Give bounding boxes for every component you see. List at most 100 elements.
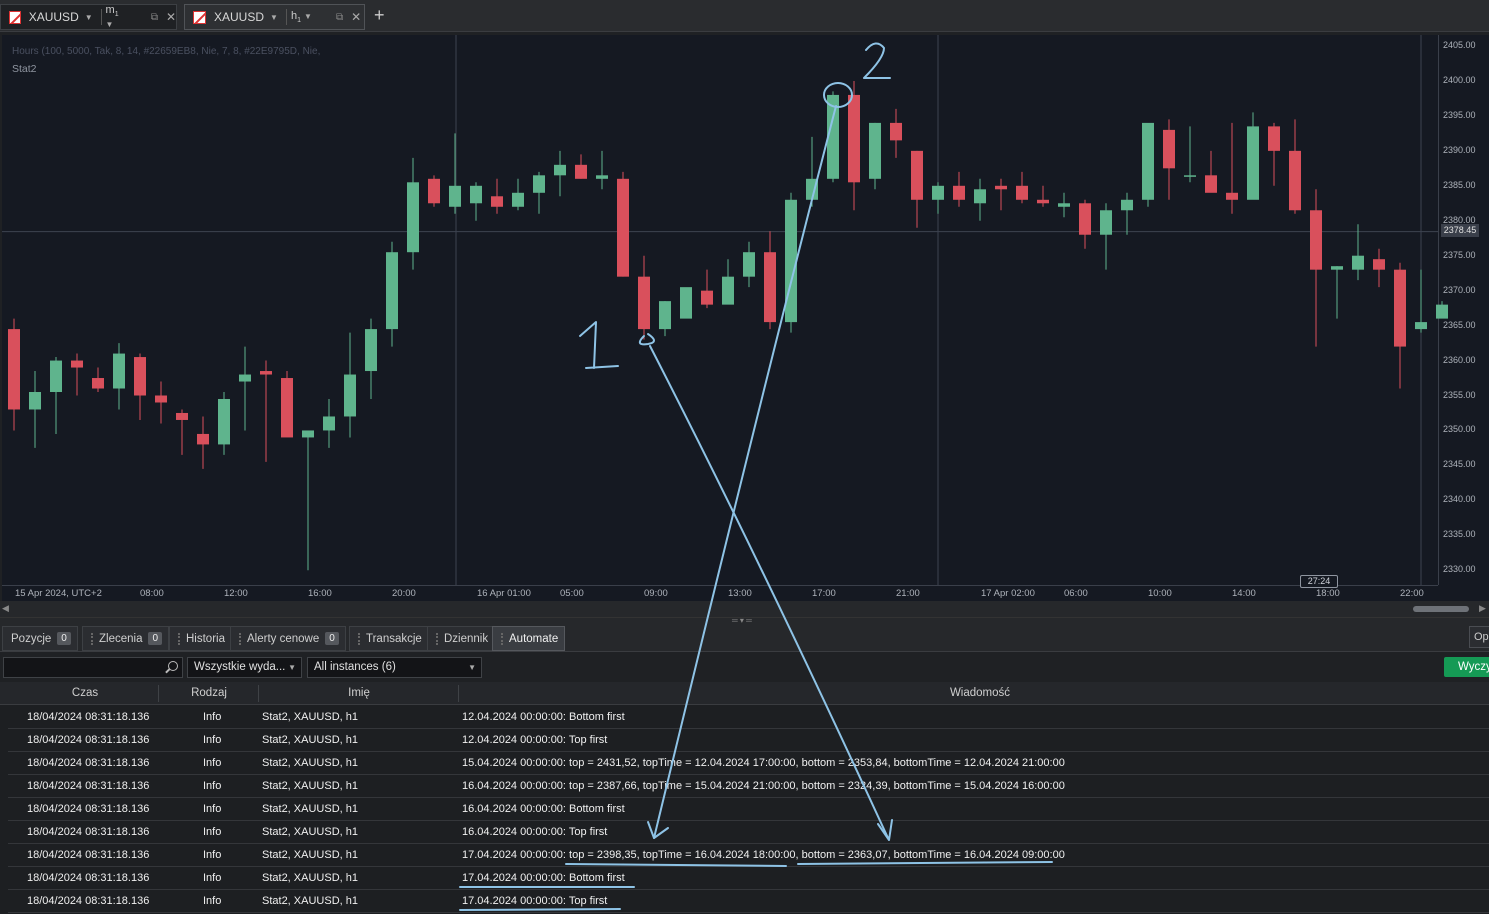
scrollbar-thumb[interactable] [1413,606,1469,612]
price-chart[interactable]: Hours (100, 5000, Tak, 8, 14, #22659EB8,… [2,35,1438,585]
cell-time: 18/04/2024 08:31:18.136 [27,734,150,746]
column-header-rodzaj[interactable]: Rodzaj [159,687,259,699]
symbol-flag-icon [9,10,21,24]
close-icon[interactable]: ✕ [351,10,361,24]
tab-historia[interactable]: Historia [169,626,232,651]
table-row[interactable]: 18/04/2024 08:31:18.136 Info Stat2, XAUUSD… [8,821,1489,844]
table-row[interactable]: 18/04/2024 08:31:18.136 Info Stat2, XAUUSD… [8,706,1489,729]
cell-message: 16.04.2024 00:00:00: Bottom first [462,803,625,815]
cell-time: 18/04/2024 08:31:18.136 [27,803,150,815]
time-tick-label: 05:00 [560,588,584,599]
time-tick-label: 08:00 [140,588,164,599]
price-tick-label: 2360.00 [1443,354,1476,365]
divider [100,9,102,25]
scroll-left-icon[interactable]: ◀ [2,603,9,614]
tab-transakcje[interactable]: Transakcje [349,626,429,651]
search-input[interactable] [3,657,183,678]
cell-time: 18/04/2024 08:31:18.136 [27,757,150,769]
cell-kind: Info [203,757,222,769]
instances-select[interactable]: All instances (6) ▼ [307,657,482,678]
count-badge: 0 [57,632,71,645]
table-row[interactable]: 18/04/2024 08:31:18.136 Info Stat2, XAUUSD… [8,775,1489,798]
tab-symbol: XAUUSD [28,10,79,24]
cell-message: 16.04.2024 00:00:00: Top first [462,826,608,838]
drag-handle-icon [91,632,93,645]
chart-tab-xauusd-h1[interactable]: XAUUSD ▼ h1 ▼ ⧉ ✕ [184,4,365,30]
cell-kind: Info [203,711,222,723]
time-tick-label: 12:00 [224,588,248,599]
close-icon[interactable]: ✕ [166,10,176,24]
time-tick-label: 16:00 [308,588,332,599]
table-row[interactable]: 18/04/2024 08:31:18.136 Info Stat2, XAUUSD… [8,890,1489,913]
cell-kind: Info [203,895,222,907]
table-row[interactable]: 18/04/2024 08:31:18.136 Info Stat2, XAUUSD… [8,867,1489,890]
count-badge: 0 [148,632,163,645]
column-header-imie[interactable]: Imię [259,687,459,699]
chart-tab-xauusd-m1[interactable]: XAUUSD ▼ m1 ▼ ⧉ ✕ [0,4,177,30]
column-header-wiadomosc[interactable]: Wiadomość [459,687,1489,699]
tab-alerty-cenowe[interactable]: Alerty cenowe 0 [230,626,346,651]
time-tick-label: 17:00 [812,588,836,599]
panel-tab-bar: Pozycje 0 Zlecenia 0 Historia Alerty cenow… [0,624,1489,652]
table-row[interactable]: 18/04/2024 08:31:18.136 Info Stat2, XAUUSD… [8,752,1489,775]
cell-kind: Info [203,780,222,792]
price-tick-label: 2370.00 [1443,284,1476,295]
price-tick-label: 2340.00 [1443,494,1476,505]
price-tick-label: 2405.00 [1443,40,1476,50]
table-row[interactable]: 18/04/2024 08:31:18.136 Info Stat2, XAUUSD… [8,729,1489,752]
symbol-flag-icon [193,10,206,24]
cell-message: 16.04.2024 00:00:00: top = 2387,66, topT… [462,780,1065,792]
drag-handle-icon [358,632,360,645]
clear-button[interactable]: Wyczy [1444,657,1489,677]
event-type-select[interactable]: Wszystkie wyda... ▼ [187,657,302,678]
chart-tab-bar: XAUUSD ▼ m1 ▼ ⧉ ✕ XAUUSD ▼ h1 ▼ ⧉ ✕ + [0,0,1489,32]
drag-handle-icon [436,632,438,645]
tab-pozycje[interactable]: Pozycje 0 [2,626,78,651]
drag-handle-icon [501,632,503,645]
detach-icon[interactable]: ⧉ [151,12,158,23]
cell-name: Stat2, XAUUSD, h1 [262,780,358,792]
price-tick-label: 2335.00 [1443,529,1476,540]
detach-icon[interactable]: ⧉ [336,12,343,23]
timeframe-selector[interactable]: m1 ▼ [106,4,127,30]
column-header-czas[interactable]: Czas [0,687,170,699]
cell-message: 15.04.2024 00:00:00: top = 2431,52, topT… [462,757,1065,769]
timeframe-selector[interactable]: h1 ▼ [291,10,312,24]
drag-handle-icon [239,632,241,645]
cell-kind: Info [203,826,222,838]
cell-name: Stat2, XAUUSD, h1 [262,826,358,838]
cell-kind: Info [203,803,222,815]
price-axis[interactable]: 2405.00 2400.00 2395.00 2390.00 2385.00 2380.… [1438,35,1489,585]
tab-symbol: XAUUSD [214,10,265,24]
tab-zlecenia[interactable]: Zlecenia 0 [82,626,170,651]
time-tick-label: 09:00 [644,588,668,599]
price-tick-label: 2390.00 [1443,144,1476,155]
chevron-down-icon: ▼ [468,663,476,672]
symbol-dropdown-icon[interactable]: ▼ [270,13,278,22]
table-row[interactable]: 18/04/2024 08:31:18.136 Info Stat2, XAUUSD… [8,798,1489,821]
price-tick-label: 2365.00 [1443,319,1476,330]
tab-automate[interactable]: Automate [492,626,566,651]
table-row[interactable]: 18/04/2024 08:31:18.136 Info Stat2, XAUUSD… [8,844,1489,867]
time-axis[interactable]: 15 Apr 2024, UTC+2 08:00 12:00 16:00 20:00 16… [2,585,1438,601]
scroll-right-icon[interactable]: ▶ [1479,603,1486,614]
axis-corner [1438,585,1489,601]
cell-message: 17.04.2024 00:00:00: top = 2398,35, topT… [462,849,1065,861]
cell-kind: Info [203,849,222,861]
panel-splitter[interactable]: ═ ▾ ═ [0,616,1489,625]
cell-time: 18/04/2024 08:31:18.136 [27,849,150,861]
tab-dziennik[interactable]: Dziennik [427,626,496,651]
cell-kind: Info [203,872,222,884]
price-tick-label: 2375.00 [1443,249,1476,260]
chart-scrollbar[interactable]: ◀ ▶ [0,601,1489,617]
symbol-dropdown-icon[interactable]: ▼ [85,13,93,22]
add-tab-icon[interactable]: + [374,5,385,26]
time-tick-label: 14:00 [1232,588,1256,599]
price-tick-label: 2395.00 [1443,109,1476,120]
drag-handle-icon [178,632,180,645]
cell-name: Stat2, XAUUSD, h1 [262,849,358,861]
filter-bar: Wszystkie wyda... ▼ All instances (6) ▼ [0,652,1489,682]
time-tick-label: 10:00 [1148,588,1172,599]
cell-name: Stat2, XAUUSD, h1 [262,711,358,723]
options-button[interactable]: Op [1469,626,1489,648]
